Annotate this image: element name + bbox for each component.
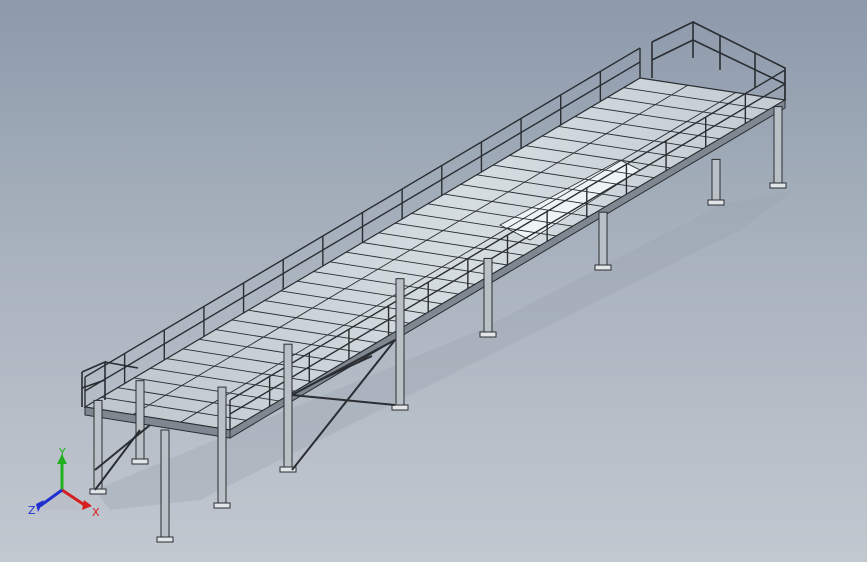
support-column — [135, 380, 145, 463]
column-base-plate — [479, 331, 497, 338]
x-axis-head — [82, 500, 92, 510]
column-base-plate — [707, 199, 725, 206]
z-axis-label: Z — [28, 504, 36, 517]
column-base-plate — [213, 502, 231, 509]
z-axis-head — [36, 500, 44, 512]
support-column — [283, 343, 293, 471]
column-base-plate — [156, 536, 174, 543]
support-column — [217, 386, 227, 507]
platform-model[interactable] — [0, 0, 867, 562]
column-base-plate — [131, 458, 149, 465]
support-column — [773, 106, 783, 187]
support-column — [160, 429, 170, 541]
support-column — [395, 278, 405, 409]
column-base-plate — [769, 182, 787, 189]
support-column — [483, 257, 493, 336]
y-axis-label: Y — [58, 448, 66, 459]
x-axis-label: X — [92, 506, 100, 519]
column-base-plate — [594, 264, 612, 271]
axis-triad: Y X Z — [28, 448, 100, 519]
support-column — [598, 211, 608, 269]
support-column — [711, 158, 721, 204]
cad-viewport[interactable]: Y X Z — [0, 0, 867, 562]
